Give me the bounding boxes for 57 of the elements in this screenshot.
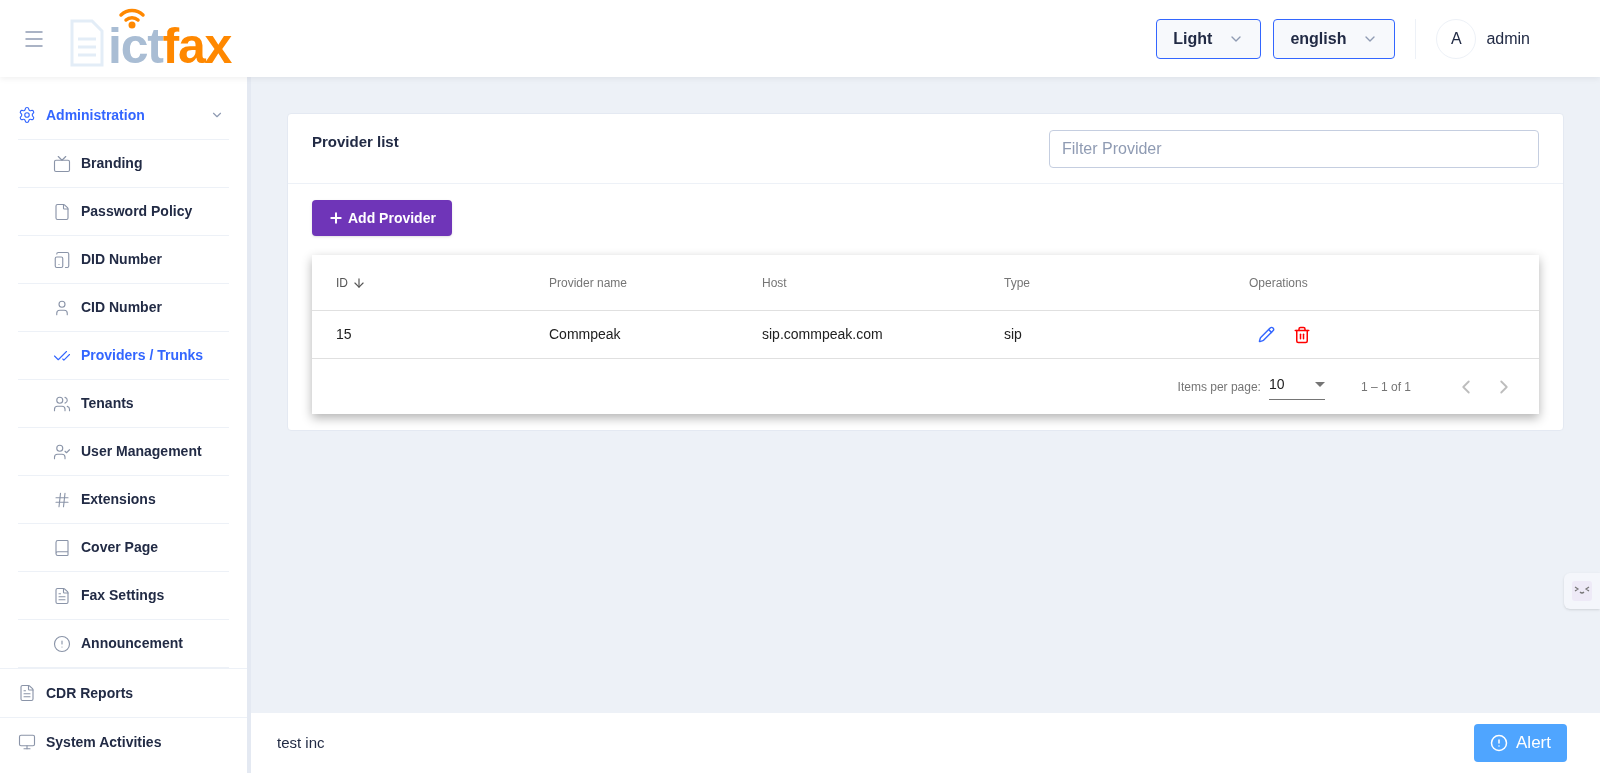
footer-text: test inc bbox=[277, 732, 325, 753]
users-icon bbox=[53, 394, 71, 413]
chat-widget[interactable] bbox=[1564, 573, 1600, 609]
items-per-page-label: Items per page: bbox=[1177, 378, 1261, 396]
user-icon bbox=[53, 298, 71, 317]
table-cell: 15 bbox=[336, 326, 352, 342]
file-icon bbox=[53, 202, 71, 221]
sidebar-item[interactable]: Password Policy bbox=[18, 188, 229, 236]
sidebar-item[interactable]: Fax Settings bbox=[18, 572, 229, 620]
table-cell: sip bbox=[1004, 326, 1022, 342]
filter-input[interactable]: Filter Provider bbox=[1049, 129, 1539, 168]
sidebar-item[interactable]: CDR Reports bbox=[0, 669, 247, 717]
sidebar-item[interactable]: Administration bbox=[0, 91, 247, 139]
column-header[interactable]: Operations bbox=[1249, 273, 1308, 292]
sidebar-item[interactable]: System Activities bbox=[0, 718, 247, 766]
column-header[interactable]: Type bbox=[1004, 273, 1030, 292]
hash-icon bbox=[53, 490, 71, 509]
wifi-signal-icon bbox=[118, 6, 146, 29]
logo-document-icon bbox=[68, 18, 104, 67]
table-cell: sip.commpeak.com bbox=[762, 326, 883, 342]
card-title: Provider list bbox=[312, 132, 399, 153]
gear-icon bbox=[18, 106, 36, 124]
phone-icon bbox=[53, 250, 71, 269]
column-header[interactable]: ID bbox=[336, 273, 348, 292]
sidebar-item[interactable]: Extensions bbox=[18, 476, 229, 524]
document-icon bbox=[53, 586, 71, 605]
edit-button[interactable] bbox=[1258, 326, 1275, 343]
column-header[interactable]: Provider name bbox=[549, 273, 628, 292]
column-header[interactable]: Host bbox=[762, 273, 787, 292]
sidebar-item[interactable]: Tenants bbox=[18, 380, 229, 428]
page-size-select[interactable]: 10 bbox=[1268, 373, 1325, 400]
sidebar-item[interactable]: User Management bbox=[18, 428, 229, 476]
language-select[interactable]: english bbox=[1273, 18, 1396, 59]
user-check-icon bbox=[53, 442, 71, 461]
sidebar-item[interactable]: CID Number bbox=[18, 284, 229, 332]
sidebar-item[interactable]: Cover Page bbox=[18, 524, 229, 572]
sort-arrow-icon bbox=[352, 275, 366, 290]
monitor-icon bbox=[18, 733, 36, 751]
sidebar-item[interactable]: Branding bbox=[18, 140, 229, 188]
add-provider-button[interactable]: Add Provider bbox=[312, 200, 452, 236]
plus-icon bbox=[328, 210, 344, 226]
table-cell: Commpeak bbox=[549, 326, 621, 342]
book-icon bbox=[53, 538, 71, 557]
caret-icon bbox=[1314, 381, 1325, 387]
delete-button[interactable] bbox=[1293, 325, 1311, 344]
logo-wordmark: ictfax bbox=[108, 20, 232, 71]
sidebar-item[interactable]: Announcement bbox=[18, 620, 229, 668]
document-icon bbox=[18, 684, 36, 702]
sidebar-item[interactable]: DID Number bbox=[18, 236, 229, 284]
sidebar-item[interactable]: Providers / Trunks bbox=[18, 332, 229, 380]
alert-icon bbox=[1490, 734, 1509, 752]
tv-icon bbox=[53, 154, 71, 173]
exclamation-circle-icon bbox=[53, 634, 71, 653]
theme-select[interactable]: Light bbox=[1156, 18, 1262, 59]
smiley-icon bbox=[1572, 581, 1592, 601]
page-range: 1 – 1 of 1 bbox=[1360, 378, 1411, 396]
user-name: admin bbox=[1486, 28, 1530, 49]
